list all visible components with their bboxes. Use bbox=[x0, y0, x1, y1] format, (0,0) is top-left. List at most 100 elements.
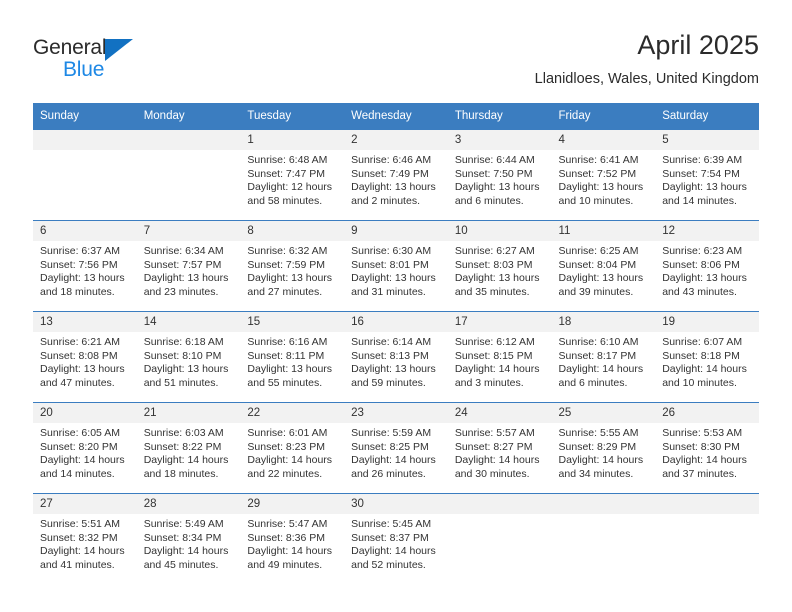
daylight-duration-line2: and 37 minutes. bbox=[662, 467, 737, 480]
day-cell[interactable]: 11 Sunrise: 6:25 AM Sunset: 8:04 PM Dayligh… bbox=[551, 220, 656, 312]
day-cell[interactable]: 28 Sunrise: 5:49 AM Sunset: 8:34 PM Dayligh… bbox=[136, 493, 241, 584]
day-number: 11 bbox=[551, 221, 656, 241]
sunset-time: Sunset: 7:56 PM bbox=[40, 258, 118, 271]
day-number: 25 bbox=[551, 403, 656, 423]
logo-text-blue: Blue bbox=[63, 58, 105, 81]
sunset-time: Sunset: 8:23 PM bbox=[247, 440, 326, 453]
day-cell-inner: 14 Sunrise: 6:18 AM Sunset: 8:10 PM Dayligh… bbox=[136, 312, 241, 402]
day-number: 29 bbox=[240, 494, 345, 514]
day-cell-details: Sunrise: 6:10 AM Sunset: 8:17 PM Daylight:… bbox=[552, 332, 656, 390]
day-number: 7 bbox=[136, 221, 241, 241]
day-cell[interactable]: 5 Sunrise: 6:39 AM Sunset: 7:54 PM Daylight… bbox=[655, 129, 759, 221]
sunrise-time: Sunrise: 6:48 AM bbox=[247, 154, 328, 166]
daylight-duration-line2: and 43 minutes. bbox=[662, 285, 737, 298]
day-cell[interactable]: 13 Sunrise: 6:21 AM Sunset: 8:08 PM Dayligh… bbox=[33, 311, 137, 403]
day-cell[interactable]: 2 Sunrise: 6:46 AM Sunset: 7:49 PM Daylight… bbox=[344, 129, 448, 221]
sunset-time: Sunset: 7:57 PM bbox=[143, 258, 222, 271]
page-subtitle-location: Llanidloes, Wales, United Kingdom bbox=[534, 71, 759, 87]
sunset-time: Sunset: 8:10 PM bbox=[143, 349, 222, 362]
day-cell-inner bbox=[136, 130, 241, 220]
daylight-duration-line1: Daylight: 12 hours bbox=[247, 181, 333, 194]
sunset-time: Sunset: 8:36 PM bbox=[247, 531, 326, 544]
weekday-header-friday: Friday bbox=[551, 103, 656, 130]
day-cell[interactable]: 12 Sunrise: 6:23 AM Sunset: 8:06 PM Dayligh… bbox=[655, 220, 759, 312]
day-cell-inner: 28 Sunrise: 5:49 AM Sunset: 8:34 PM Dayligh… bbox=[136, 494, 241, 584]
day-cell[interactable]: 1 Sunrise: 6:48 AM Sunset: 7:47 PM Daylight… bbox=[240, 129, 345, 221]
day-cell-inner: 16 Sunrise: 6:14 AM Sunset: 8:13 PM Dayligh… bbox=[344, 312, 448, 402]
day-cell-details: Sunrise: 6:32 AM Sunset: 7:59 PM Daylight:… bbox=[240, 241, 344, 299]
day-cell[interactable]: 6 Sunrise: 6:37 AM Sunset: 7:56 PM Daylight… bbox=[33, 220, 137, 312]
day-cell[interactable]: 23 Sunrise: 5:59 AM Sunset: 8:25 PM Dayligh… bbox=[344, 402, 448, 494]
day-cell[interactable]: 19 Sunrise: 6:07 AM Sunset: 8:18 PM Dayligh… bbox=[655, 311, 759, 403]
day-cell-inner: 18 Sunrise: 6:10 AM Sunset: 8:17 PM Dayligh… bbox=[551, 312, 656, 402]
day-cell[interactable]: 10 Sunrise: 6:27 AM Sunset: 8:03 PM Dayligh… bbox=[447, 220, 552, 312]
day-cell-inner: 30 Sunrise: 5:45 AM Sunset: 8:37 PM Dayligh… bbox=[344, 494, 448, 584]
day-cell[interactable]: 15 Sunrise: 6:16 AM Sunset: 8:11 PM Dayligh… bbox=[240, 311, 345, 403]
day-cell-inner: 15 Sunrise: 6:16 AM Sunset: 8:11 PM Dayligh… bbox=[240, 312, 345, 402]
day-cell[interactable]: 3 Sunrise: 6:44 AM Sunset: 7:50 PM Daylight… bbox=[447, 129, 552, 221]
day-cell-details: Sunrise: 6:44 AM Sunset: 7:50 PM Daylight:… bbox=[448, 150, 552, 208]
day-cell[interactable]: 24 Sunrise: 5:57 AM Sunset: 8:27 PM Dayligh… bbox=[447, 402, 552, 494]
daylight-duration-line2: and 31 minutes. bbox=[351, 285, 426, 298]
day-cell[interactable]: 26 Sunrise: 5:53 AM Sunset: 8:30 PM Dayligh… bbox=[655, 402, 759, 494]
sunrise-time: Sunrise: 6:23 AM bbox=[662, 245, 743, 257]
day-cell[interactable]: 20 Sunrise: 6:05 AM Sunset: 8:20 PM Dayligh… bbox=[33, 402, 137, 494]
day-cell[interactable]: 14 Sunrise: 6:18 AM Sunset: 8:10 PM Dayligh… bbox=[136, 311, 241, 403]
weekday-header-tuesday: Tuesday bbox=[240, 103, 345, 130]
day-cell-inner: 24 Sunrise: 5:57 AM Sunset: 8:27 PM Dayligh… bbox=[447, 403, 552, 493]
general-blue-logo: General Blue bbox=[33, 36, 223, 92]
day-cell[interactable]: 25 Sunrise: 5:55 AM Sunset: 8:29 PM Dayligh… bbox=[551, 402, 656, 494]
daylight-duration-line1: Daylight: 14 hours bbox=[662, 454, 747, 467]
day-cell[interactable]: 29 Sunrise: 5:47 AM Sunset: 8:36 PM Dayligh… bbox=[240, 493, 345, 584]
day-cell-inner: 9 Sunrise: 6:30 AM Sunset: 8:01 PM Daylight… bbox=[344, 221, 448, 311]
day-cell-inner: 11 Sunrise: 6:25 AM Sunset: 8:04 PM Dayligh… bbox=[551, 221, 656, 311]
day-number: 17 bbox=[447, 312, 552, 332]
sunset-time: Sunset: 8:17 PM bbox=[558, 349, 637, 362]
day-number: 16 bbox=[344, 312, 448, 332]
day-cell[interactable]: 21 Sunrise: 6:03 AM Sunset: 8:22 PM Dayligh… bbox=[136, 402, 241, 494]
daylight-duration-line1: Daylight: 13 hours bbox=[247, 272, 333, 285]
day-number bbox=[136, 130, 241, 150]
sunset-time: Sunset: 8:03 PM bbox=[454, 258, 533, 271]
daylight-duration-line2: and 52 minutes. bbox=[351, 558, 426, 571]
day-cell[interactable]: 17 Sunrise: 6:12 AM Sunset: 8:15 PM Dayligh… bbox=[447, 311, 552, 403]
sunrise-time: Sunrise: 5:49 AM bbox=[143, 518, 224, 530]
sunset-time: Sunset: 8:18 PM bbox=[662, 349, 740, 362]
day-cell-details: Sunrise: 6:46 AM Sunset: 7:49 PM Daylight:… bbox=[344, 150, 448, 208]
day-cell[interactable]: 22 Sunrise: 6:01 AM Sunset: 8:23 PM Dayligh… bbox=[240, 402, 345, 494]
sunrise-time: Sunrise: 5:51 AM bbox=[40, 518, 120, 530]
calendar-week-row: 13 Sunrise: 6:21 AM Sunset: 8:08 PM Dayligh… bbox=[33, 311, 759, 403]
sunrise-time: Sunrise: 6:12 AM bbox=[454, 336, 535, 348]
daylight-duration-line1: Daylight: 14 hours bbox=[40, 454, 125, 467]
daylight-duration-line1: Daylight: 14 hours bbox=[143, 454, 229, 467]
sunrise-time: Sunrise: 6:37 AM bbox=[40, 245, 120, 257]
sunset-time: Sunset: 8:25 PM bbox=[351, 440, 429, 453]
day-cell-details: Sunrise: 5:53 AM Sunset: 8:30 PM Daylight:… bbox=[655, 423, 759, 481]
day-number: 27 bbox=[33, 494, 137, 514]
sunset-time: Sunset: 8:15 PM bbox=[454, 349, 533, 362]
sunrise-time: Sunrise: 6:44 AM bbox=[454, 154, 535, 166]
day-cell-details: Sunrise: 6:05 AM Sunset: 8:20 PM Daylight:… bbox=[33, 423, 137, 481]
day-cell[interactable]: 30 Sunrise: 5:45 AM Sunset: 8:37 PM Dayligh… bbox=[344, 493, 448, 584]
calendar-header-row: Sunday Monday Tuesday Wednesday Thursday Frid… bbox=[33, 103, 759, 130]
daylight-duration-line1: Daylight: 14 hours bbox=[454, 363, 540, 376]
day-cell[interactable]: 18 Sunrise: 6:10 AM Sunset: 8:17 PM Dayligh… bbox=[551, 311, 656, 403]
day-cell-inner: 4 Sunrise: 6:41 AM Sunset: 7:52 PM Daylight… bbox=[551, 130, 656, 220]
sunset-time: Sunset: 8:08 PM bbox=[40, 349, 118, 362]
daylight-duration-line1: Daylight: 13 hours bbox=[247, 363, 333, 376]
day-cell[interactable]: 27 Sunrise: 5:51 AM Sunset: 8:32 PM Dayligh… bbox=[33, 493, 137, 584]
day-cell[interactable]: 16 Sunrise: 6:14 AM Sunset: 8:13 PM Dayligh… bbox=[344, 311, 448, 403]
daylight-duration-line2: and 6 minutes. bbox=[558, 376, 628, 389]
day-cell-details: Sunrise: 6:48 AM Sunset: 7:47 PM Daylight:… bbox=[240, 150, 344, 208]
day-cell-details: Sunrise: 5:47 AM Sunset: 8:36 PM Daylight:… bbox=[240, 514, 344, 572]
day-cell[interactable]: 9 Sunrise: 6:30 AM Sunset: 8:01 PM Daylight… bbox=[344, 220, 448, 312]
day-cell[interactable]: 8 Sunrise: 6:32 AM Sunset: 7:59 PM Daylight… bbox=[240, 220, 345, 312]
day-cell-inner: 6 Sunrise: 6:37 AM Sunset: 7:56 PM Daylight… bbox=[33, 221, 137, 311]
sunset-time: Sunset: 8:30 PM bbox=[662, 440, 740, 453]
daylight-duration-line2: and 30 minutes. bbox=[454, 467, 530, 480]
day-number: 9 bbox=[344, 221, 448, 241]
day-cell[interactable]: 7 Sunrise: 6:34 AM Sunset: 7:57 PM Daylight… bbox=[136, 220, 241, 312]
weekday-header-sunday: Sunday bbox=[33, 103, 137, 130]
day-cell[interactable]: 4 Sunrise: 6:41 AM Sunset: 7:52 PM Daylight… bbox=[551, 129, 656, 221]
day-cell-details: Sunrise: 6:18 AM Sunset: 8:10 PM Daylight:… bbox=[137, 332, 241, 390]
